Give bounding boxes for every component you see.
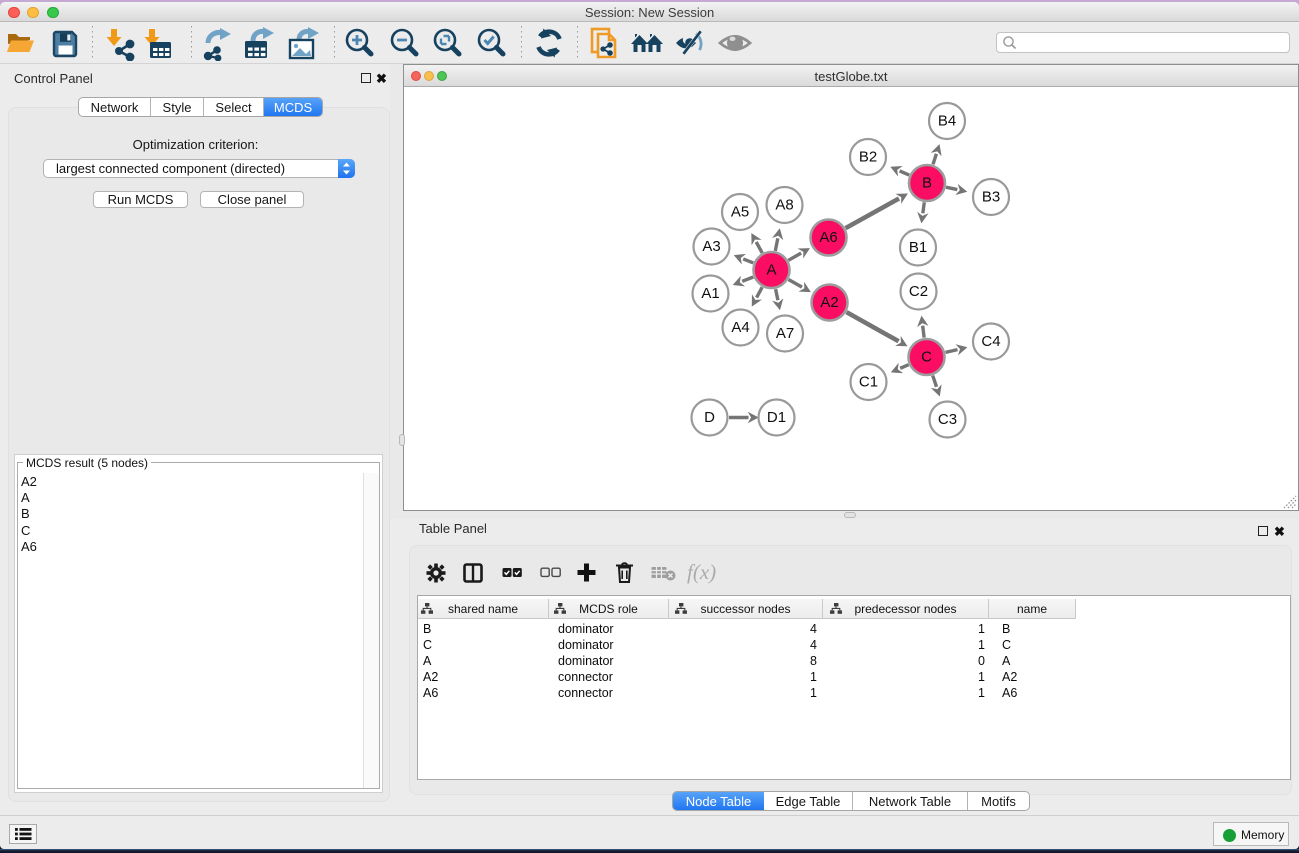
svg-text:A: A [766,262,776,279]
svg-text:B4: B4 [938,113,956,130]
svg-text:B3: B3 [982,189,1000,206]
svg-text:C: C [921,349,932,366]
svg-text:B2: B2 [859,149,877,166]
svg-text:A6: A6 [819,229,837,246]
svg-text:A1: A1 [701,285,719,302]
svg-text:A7: A7 [776,325,794,342]
svg-text:A4: A4 [731,319,749,336]
svg-text:A3: A3 [702,238,720,255]
svg-text:C4: C4 [981,333,1000,350]
svg-text:C1: C1 [859,374,878,391]
svg-text:A5: A5 [731,204,749,221]
svg-text:D: D [704,409,715,426]
svg-text:A8: A8 [775,197,793,214]
svg-text:C3: C3 [938,411,957,428]
svg-text:C2: C2 [909,283,928,300]
svg-text:B1: B1 [909,239,927,256]
svg-text:B: B [922,175,932,192]
svg-text:D1: D1 [767,409,786,426]
svg-text:A2: A2 [820,294,838,311]
